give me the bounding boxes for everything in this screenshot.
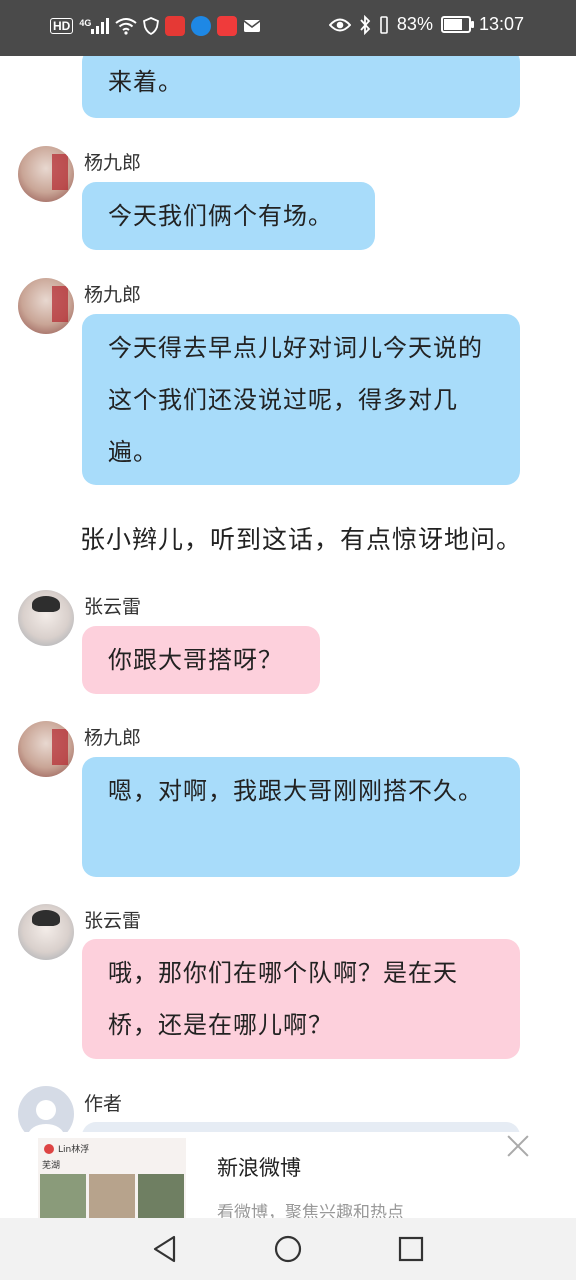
avatar[interactable] [18,146,74,202]
message-text: 哦，那你们在哪个队啊？是在天桥，还是在哪儿啊？ [108,959,458,1039]
thumb-user: Lin林浮 [58,1145,90,1155]
message-bubble[interactable]: 今天我们俩个有场。 [82,182,375,250]
message-bubble[interactable]: 你跟大哥搭呀？ [82,626,320,694]
message-text: 来着。 [108,68,183,96]
narration-text: 张小辫儿，听到这话，有点惊讶地问。 [80,525,523,554]
message-bubble[interactable]: 哦，那你们在哪个队啊？是在天桥，还是在哪儿啊？ [82,939,520,1059]
thumb-header: Lin林浮 [42,1142,122,1156]
clock: 13:07 [478,14,524,34]
thumb-caption: 芜湖 [42,1161,61,1171]
status-left: HD 4G [50,16,261,36]
sender-name: 张云雷 [84,910,142,932]
message-text: 嗯，对啊，我跟大哥刚刚搭不久。 [108,777,483,805]
ad-thumbnail: Lin林浮 芜湖 [38,1138,186,1218]
signal-icon: 4G [79,18,110,34]
chat-view[interactable]: 来着。 杨九郎 今天我们俩个有场。 杨九郎 今天得去早点儿好对词儿今天说的这个我… [0,56,576,1132]
status-right: 83% 13:07 [328,14,524,35]
status-bar: HD 4G 83% 13:07 [0,0,576,56]
home-icon[interactable] [273,1234,303,1264]
bluetooth-icon [360,14,371,35]
avatar[interactable] [18,721,74,777]
app-icon-red2 [217,16,238,36]
thumb-photo [138,1174,184,1218]
close-icon[interactable] [504,1132,532,1160]
thumb-photo [40,1174,86,1218]
sender-name: 作者 [84,1093,123,1115]
message-bubble[interactable]: 今天得去早点儿好对词儿今天说的这个我们还没说过呢，得多对几遍。 [82,314,520,485]
sender-name: 杨九郎 [84,152,142,174]
sender-name: 杨九郎 [84,284,142,306]
navigation-bar [0,1218,576,1280]
hd-badge: HD [50,18,74,34]
thumb-avatar [44,1144,54,1154]
app-icon-blue [191,16,212,36]
message-text: 你跟大哥搭呀？ [108,646,283,674]
thumb-photo [89,1174,135,1218]
mail-icon [243,20,261,32]
sender-name: 杨九郎 [84,727,142,749]
app-icon-red [165,16,186,36]
avatar[interactable] [18,278,74,334]
message-text: 今天得去早点儿好对词儿今天说的这个我们还没说过呢，得多对几遍。 [108,334,483,466]
eye-icon [328,18,351,31]
sender-name: 张云雷 [84,596,142,618]
recents-icon[interactable] [396,1234,426,1264]
shield-icon [143,17,160,35]
message-bubble[interactable]: 嗯，对啊，我跟大哥刚刚搭不久。 [82,757,520,877]
battery-icon [440,16,474,33]
ad-banner[interactable]: Lin林浮 芜湖 新浪微博 看微博，聚焦兴趣和热点 [0,1132,576,1223]
wifi-icon [115,18,137,35]
ad-title[interactable]: 新浪微博 [217,1152,301,1182]
message-bubble[interactable] [82,1122,520,1132]
avatar[interactable] [18,904,74,960]
avatar[interactable] [18,590,74,646]
message-text: 今天我们俩个有场。 [108,202,333,230]
back-icon[interactable] [150,1234,180,1264]
avatar[interactable] [18,1086,74,1132]
battery-percent: 83% [396,14,433,34]
vibrate-icon [380,15,388,34]
message-bubble[interactable]: 来着。 [82,56,520,118]
